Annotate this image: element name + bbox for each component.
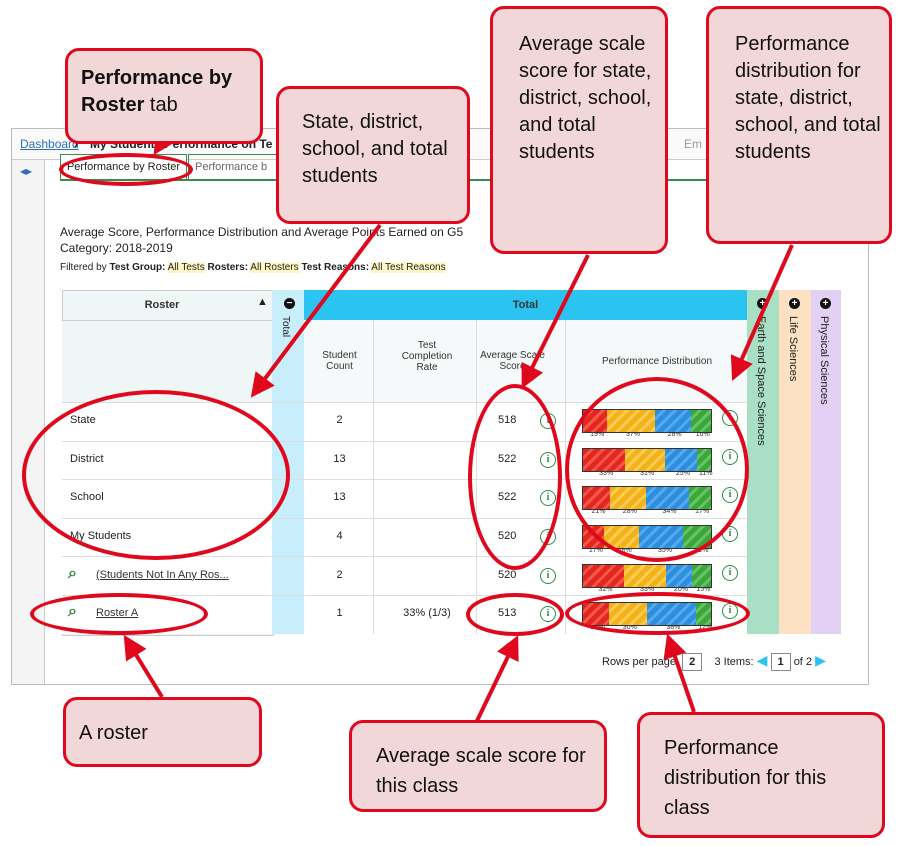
- callout-class-score: Average scale score for this class: [349, 720, 607, 812]
- arrow-avg-all: [521, 254, 590, 389]
- callout-avg-all: Average scale score for state, district,…: [490, 6, 668, 254]
- arrow-class-dist: [663, 633, 696, 713]
- callout-class-dist: Performance distribution for this class: [637, 712, 885, 838]
- arrow-dist-all: [730, 244, 794, 381]
- callout-roster: A roster: [63, 697, 262, 767]
- arrow-state: [250, 223, 382, 398]
- callout-state: State, district, school, and total stude…: [276, 86, 470, 224]
- callout-dist-all: Performance distribution for state, dist…: [706, 6, 892, 244]
- arrow-roster: [123, 634, 164, 699]
- arrow-class-score: [474, 635, 519, 724]
- callout-tab: Performance by Roster tab: [65, 48, 263, 144]
